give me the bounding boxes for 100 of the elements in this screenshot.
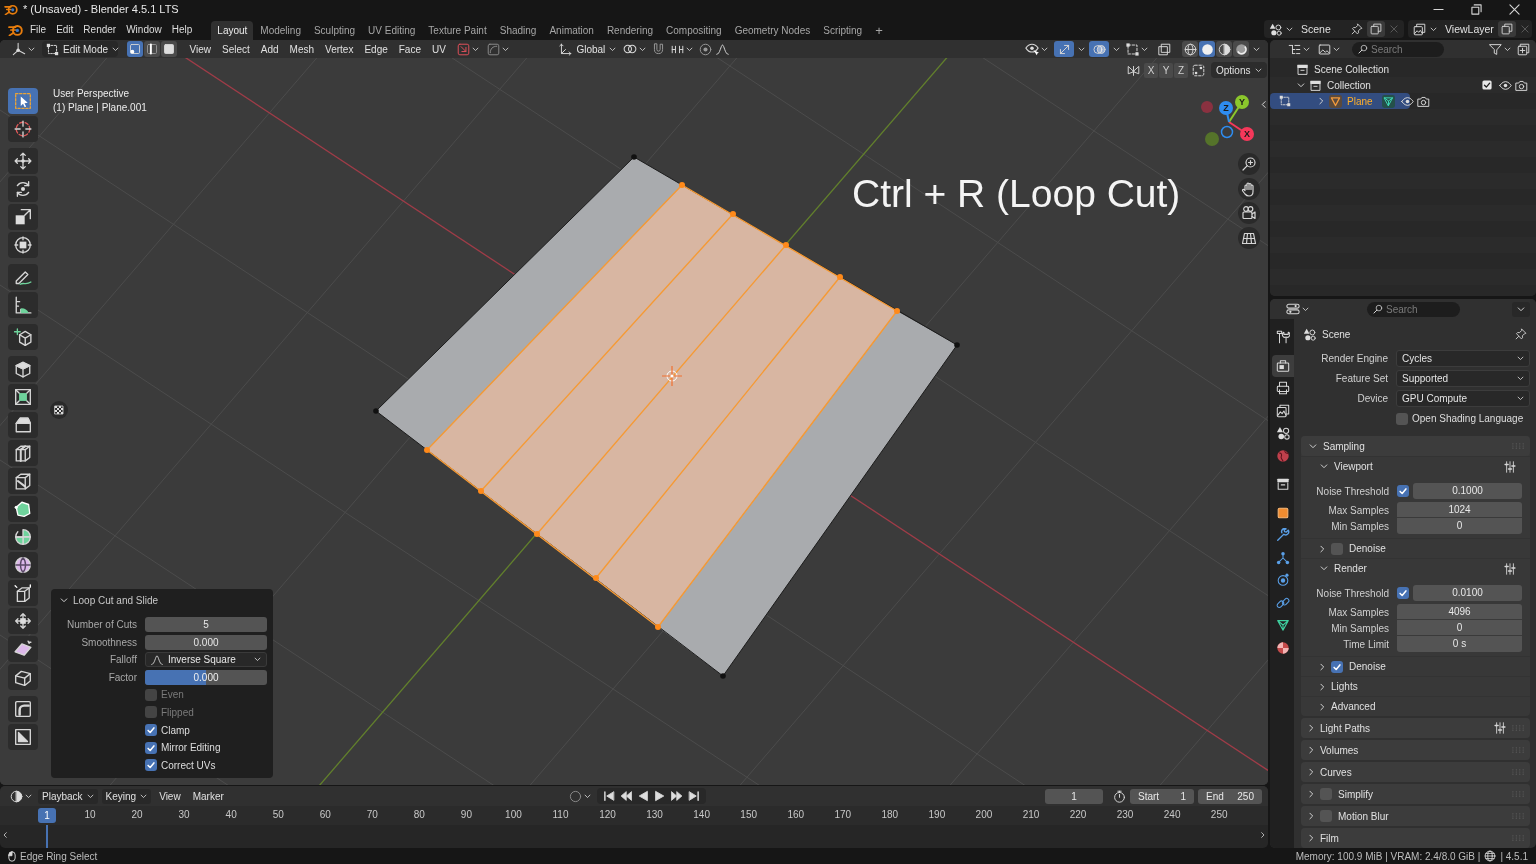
- number-field[interactable]: 4096: [1397, 604, 1522, 620]
- start-frame-field[interactable]: Start 1: [1130, 788, 1194, 804]
- number-field[interactable]: 0: [1397, 620, 1522, 636]
- shading-mode-button[interactable]: [1216, 41, 1232, 57]
- movie-camera-icon[interactable]: [1238, 202, 1260, 224]
- tool-button[interactable]: [8, 496, 38, 522]
- outliner-row[interactable]: Scene Collection: [1270, 61, 1536, 77]
- number-field[interactable]: 0: [1397, 518, 1522, 534]
- zoom-icon[interactable]: [1238, 153, 1260, 175]
- checkbox[interactable]: [1320, 788, 1332, 800]
- caret-icon[interactable]: [1303, 46, 1310, 52]
- tool-button[interactable]: [8, 696, 38, 722]
- caret-icon[interactable]: [1302, 306, 1309, 312]
- caret-icon[interactable]: [472, 46, 480, 52]
- number-field[interactable]: 0.0100: [1413, 585, 1522, 601]
- tool-button[interactable]: [8, 384, 38, 410]
- subpanel-header[interactable]: Viewport: [1301, 456, 1530, 476]
- view-layer-name-field[interactable]: ViewLayer: [1441, 23, 1494, 35]
- shapes-icon[interactable]: [1269, 22, 1282, 36]
- tool-button[interactable]: [8, 608, 38, 634]
- caret-icon[interactable]: [1255, 67, 1263, 73]
- caret-icon[interactable]: [1286, 26, 1293, 32]
- caret-icon[interactable]: [686, 46, 694, 52]
- target-icon[interactable]: [699, 42, 713, 56]
- caret-icon[interactable]: [1430, 26, 1437, 32]
- caret-icon[interactable]: [1141, 46, 1148, 52]
- caret-icon[interactable]: [502, 46, 510, 52]
- panel-header[interactable]: Sampling: [1301, 436, 1530, 456]
- menu-item[interactable]: Vertex: [319, 41, 359, 57]
- checkbox-label[interactable]: Clamp: [161, 724, 190, 736]
- gizmo-axis-ball[interactable]: Y: [1235, 95, 1249, 109]
- tool-button[interactable]: [8, 204, 38, 230]
- pin-icon[interactable]: [1515, 328, 1527, 340]
- menu-item[interactable]: Add: [255, 41, 285, 57]
- tool-button[interactable]: [8, 412, 38, 438]
- fast-forward-icon[interactable]: [670, 790, 683, 802]
- caret-icon[interactable]: [86, 793, 94, 799]
- eye-icon[interactable]: [1400, 94, 1414, 108]
- axis-toggle-button[interactable]: Z: [1174, 62, 1188, 78]
- search-field[interactable]: Search: [1367, 301, 1460, 317]
- pin-icon[interactable]: [1351, 23, 1363, 35]
- menu-item[interactable]: Face: [393, 41, 427, 57]
- caret-icon[interactable]: [1041, 46, 1048, 52]
- options-button[interactable]: [1512, 301, 1530, 317]
- grid-icon[interactable]: [1238, 226, 1260, 249]
- camera-icon[interactable]: [1515, 78, 1528, 92]
- tool-button[interactable]: [8, 724, 38, 750]
- menu-item[interactable]: File: [25, 20, 52, 38]
- triangle-mesh-icon[interactable]: [1381, 94, 1395, 108]
- outliner-label[interactable]: Scene Collection: [1314, 63, 1390, 75]
- maximize-icon[interactable]: [1471, 3, 1482, 15]
- caret-icon[interactable]: [140, 793, 148, 799]
- number-field[interactable]: 5: [145, 617, 267, 632]
- menu-item[interactable]: Window: [121, 20, 167, 38]
- caret-icon[interactable]: [1333, 46, 1340, 52]
- workspace-tab[interactable]: Shading: [493, 21, 543, 40]
- eye-icon[interactable]: [1499, 78, 1512, 92]
- number-field[interactable]: 1024: [1397, 502, 1522, 518]
- menu-item[interactable]: Mesh: [284, 41, 320, 57]
- panel-header[interactable]: Simplify: [1301, 784, 1530, 804]
- magnet-icon[interactable]: [652, 42, 666, 56]
- caret-icon[interactable]: [1113, 46, 1120, 52]
- tool-button[interactable]: [8, 580, 38, 606]
- orientation-dropdown[interactable]: Global: [555, 41, 618, 57]
- panel-header[interactable]: Light Paths: [1301, 718, 1530, 738]
- play-icon[interactable]: [653, 790, 666, 802]
- workspace-tab[interactable]: Geometry Nodes: [728, 21, 817, 40]
- subpanel-header[interactable]: Lights: [1301, 676, 1530, 696]
- select-mode-button[interactable]: [127, 41, 143, 57]
- number-field[interactable]: 0.000: [145, 634, 267, 650]
- axis-toggle-button[interactable]: X: [1144, 62, 1158, 78]
- caret-icon[interactable]: [639, 46, 647, 52]
- panel-header[interactable]: Film: [1301, 828, 1530, 848]
- bell-curve-icon[interactable]: [716, 42, 730, 56]
- workspace-tab[interactable]: Sculpting: [307, 21, 362, 40]
- tool-button[interactable]: [8, 232, 38, 258]
- caret-icon[interactable]: [25, 793, 32, 799]
- tool-button[interactable]: [8, 664, 38, 690]
- menu-item[interactable]: Edge: [358, 41, 394, 57]
- menu-item[interactable]: UV: [426, 41, 452, 57]
- chevron-right-icon[interactable]: [1261, 831, 1265, 839]
- display-mode-button[interactable]: [1316, 41, 1342, 57]
- select-mode-button[interactable]: [144, 41, 160, 57]
- checkbox[interactable]: [1397, 587, 1409, 599]
- menu-item[interactable]: View: [184, 41, 217, 57]
- mode-dropdown[interactable]: Edit Mode: [42, 41, 118, 57]
- shading-mode-button[interactable]: [1199, 41, 1215, 57]
- chevron-left-icon[interactable]: [1261, 100, 1266, 109]
- tool-button[interactable]: [8, 176, 38, 202]
- workspace-tab[interactable]: Compositing: [660, 21, 728, 40]
- menu-item[interactable]: Help: [166, 20, 198, 38]
- tool-button[interactable]: [8, 264, 38, 290]
- checkbox[interactable]: [1397, 485, 1409, 497]
- caret-icon[interactable]: [112, 46, 120, 52]
- workspace-tab[interactable]: Animation: [543, 21, 600, 40]
- checkbox-label[interactable]: Open Shading Language: [1412, 413, 1524, 424]
- editor-type-button[interactable]: [1284, 301, 1311, 317]
- hand-icon[interactable]: [1238, 177, 1260, 200]
- caret-icon[interactable]: [583, 793, 591, 799]
- menu-item[interactable]: Edit: [51, 20, 79, 38]
